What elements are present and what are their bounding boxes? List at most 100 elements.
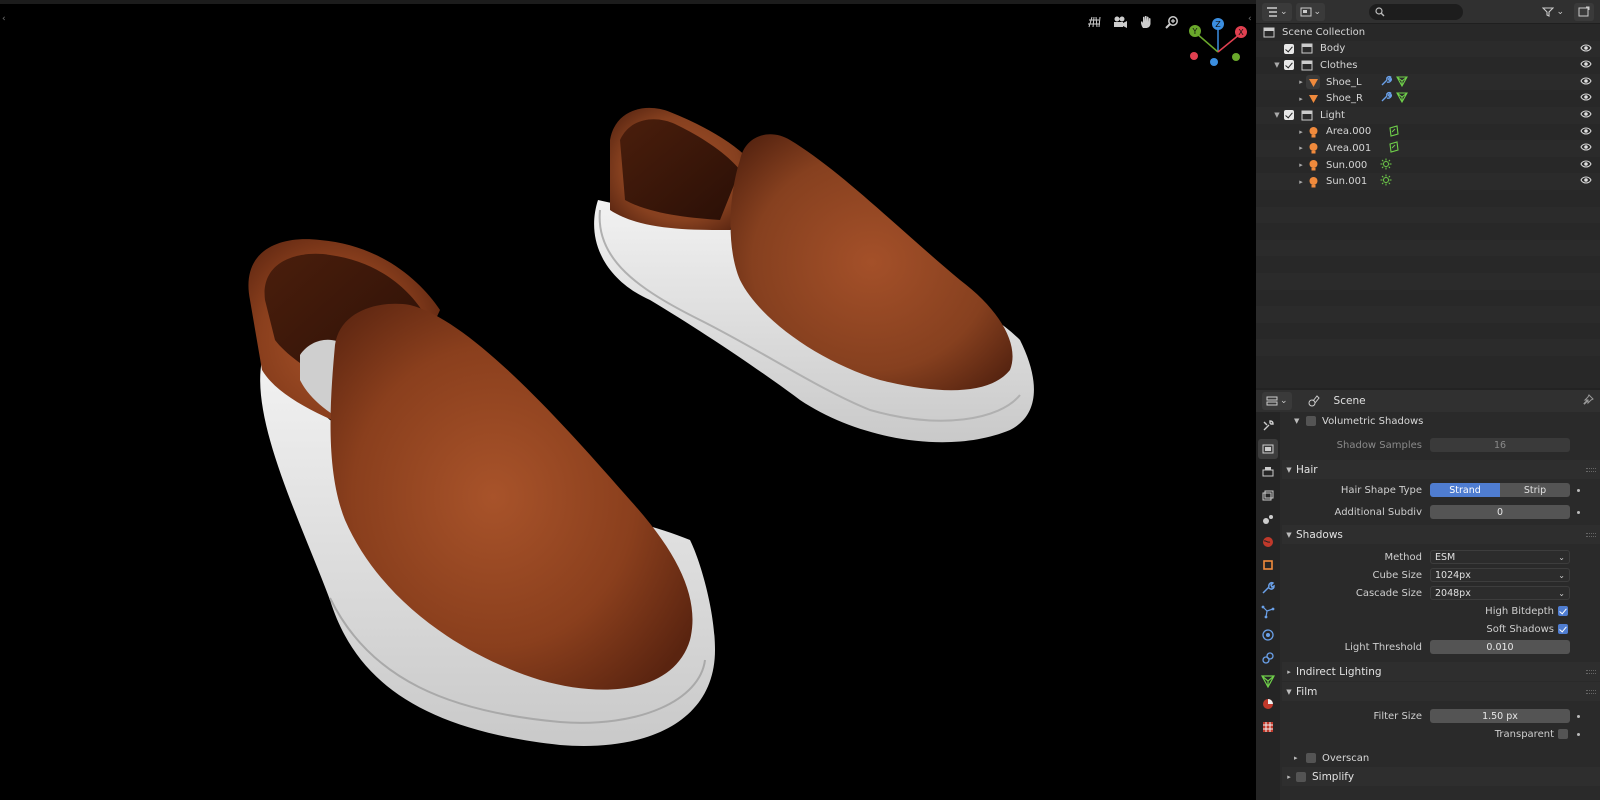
tab-modifiers[interactable] xyxy=(1258,578,1278,598)
high-bitdepth-checkbox[interactable] xyxy=(1558,606,1568,616)
outliner-row-area-001[interactable]: ▸ Area.001 xyxy=(1256,140,1600,157)
hair-shape-strip-button[interactable]: Strip xyxy=(1500,483,1570,497)
sun-light-data-icon[interactable] xyxy=(1380,158,1392,170)
hair-shape-strand-button[interactable]: Strand xyxy=(1430,483,1500,497)
indirect-lighting-panel-header[interactable]: ▸ Indirect Lighting xyxy=(1282,662,1600,681)
editor-type-button[interactable]: ⌄ xyxy=(1262,2,1292,21)
tab-object[interactable] xyxy=(1258,555,1278,575)
expand-right-icon[interactable]: ▸ xyxy=(1296,128,1306,136)
pin-icon[interactable] xyxy=(1583,394,1594,408)
eye-icon[interactable] xyxy=(1580,76,1592,89)
drag-grip-icon[interactable] xyxy=(1586,690,1596,694)
expand-right-icon[interactable]: ▸ xyxy=(1296,95,1306,103)
collection-include-checkbox[interactable] xyxy=(1284,110,1294,121)
cube-size-select[interactable]: 1024px ⌄ xyxy=(1430,568,1570,582)
expand-down-icon[interactable]: ▼ xyxy=(1272,61,1282,69)
film-panel-header[interactable]: ▼ Film xyxy=(1282,682,1600,701)
volumetric-shadows-subpanel[interactable]: ▼ Volumetric Shadows xyxy=(1282,412,1600,430)
collection-include-checkbox[interactable] xyxy=(1284,60,1294,71)
tab-physics[interactable] xyxy=(1258,625,1278,645)
outliner-row-clothes[interactable]: ▼ Clothes xyxy=(1256,57,1600,74)
soft-shadows-checkbox[interactable] xyxy=(1558,624,1568,634)
tab-particles[interactable] xyxy=(1258,602,1278,622)
camera-icon[interactable] xyxy=(1110,12,1130,32)
shadows-panel-header[interactable]: ▼ Shadows xyxy=(1282,525,1600,544)
navigation-gizmo[interactable]: Z Y X xyxy=(1186,16,1250,80)
hair-panel-header[interactable]: ▼ Hair xyxy=(1282,460,1600,479)
hand-icon[interactable] xyxy=(1136,12,1156,32)
area-light-data-icon[interactable] xyxy=(1388,141,1400,153)
eye-icon[interactable] xyxy=(1580,159,1592,172)
expand-down-icon[interactable]: ▼ xyxy=(1294,417,1306,425)
keyframe-dot[interactable] xyxy=(1577,714,1580,718)
mesh-data-icon[interactable] xyxy=(1396,91,1408,104)
tab-output[interactable] xyxy=(1258,462,1278,482)
simplify-panel-header[interactable]: ▸ Simplify xyxy=(1282,767,1600,786)
tab-world[interactable] xyxy=(1258,532,1278,552)
eye-icon[interactable] xyxy=(1580,142,1592,155)
expand-down-icon[interactable]: ▼ xyxy=(1282,466,1296,474)
cascade-size-select[interactable]: 2048px ⌄ xyxy=(1430,586,1570,600)
tab-texture[interactable] xyxy=(1258,717,1278,737)
new-collection-button[interactable] xyxy=(1574,2,1594,21)
outliner-row-sun-000[interactable]: ▸ Sun.000 xyxy=(1256,157,1600,174)
gizmo-neg-y[interactable] xyxy=(1232,53,1240,61)
tab-tool[interactable] xyxy=(1258,416,1278,436)
sun-light-data-icon[interactable] xyxy=(1380,174,1392,186)
outliner-row-shoe-r[interactable]: ▸ Shoe_R xyxy=(1256,90,1600,107)
outliner-row-light[interactable]: ▼ Light xyxy=(1256,106,1600,124)
filter-button[interactable]: ⌄ xyxy=(1538,3,1568,21)
expand-down-icon[interactable]: ▼ xyxy=(1282,531,1296,539)
tab-material[interactable] xyxy=(1258,694,1278,714)
area-light-data-icon[interactable] xyxy=(1388,124,1400,137)
gizmo-neg-x[interactable] xyxy=(1190,52,1198,60)
eye-icon[interactable] xyxy=(1580,109,1592,122)
expand-down-icon[interactable]: ▼ xyxy=(1272,111,1282,119)
tab-render[interactable] xyxy=(1258,439,1278,460)
gizmo-neg-z[interactable] xyxy=(1210,58,1218,66)
shadow-samples-field[interactable]: 16 xyxy=(1430,438,1570,452)
drag-grip-icon[interactable] xyxy=(1586,533,1596,537)
additional-subdiv-field[interactable]: 0 xyxy=(1430,505,1570,519)
collection-include-checkbox[interactable] xyxy=(1284,43,1294,54)
keyframe-dot[interactable] xyxy=(1577,732,1580,736)
filter-size-field[interactable]: 1.50 px xyxy=(1430,709,1570,723)
mesh-data-icon[interactable] xyxy=(1396,75,1408,87)
volumetric-shadows-checkbox[interactable] xyxy=(1306,416,1316,426)
shadow-method-select[interactable]: ESM ⌄ xyxy=(1430,550,1570,564)
overscan-checkbox[interactable] xyxy=(1306,753,1316,763)
expand-right-icon[interactable]: ▸ xyxy=(1296,144,1306,152)
simplify-checkbox[interactable] xyxy=(1296,771,1306,782)
eye-icon[interactable] xyxy=(1580,59,1592,72)
outliner-row-body[interactable]: Body xyxy=(1256,40,1600,58)
eye-icon[interactable] xyxy=(1580,175,1592,188)
wrench-icon[interactable] xyxy=(1380,75,1392,87)
wrench-icon[interactable] xyxy=(1380,91,1392,103)
expand-down-icon[interactable]: ▼ xyxy=(1282,688,1296,696)
eye-icon[interactable] xyxy=(1580,126,1592,139)
eye-icon[interactable] xyxy=(1580,92,1592,105)
outliner-row-sun-001[interactable]: ▸ Sun.001 xyxy=(1256,173,1600,190)
transparent-checkbox[interactable] xyxy=(1558,729,1568,739)
3d-viewport[interactable]: ‹ ‹ Z Y X xyxy=(0,0,1256,800)
zoom-icon[interactable] xyxy=(1162,12,1182,32)
tab-object-data[interactable] xyxy=(1258,671,1278,691)
editor-type-button[interactable]: ⌄ xyxy=(1262,392,1292,410)
expand-right-icon[interactable]: ▸ xyxy=(1296,161,1306,169)
expand-right-icon[interactable]: ▸ xyxy=(1296,78,1306,86)
keyframe-dot[interactable] xyxy=(1577,510,1580,514)
drag-grip-icon[interactable] xyxy=(1586,670,1596,674)
expand-right-icon[interactable]: ▸ xyxy=(1294,754,1306,762)
outliner-row-scene-collection[interactable]: Scene Collection xyxy=(1256,24,1600,41)
expand-right-icon[interactable]: ▸ xyxy=(1296,178,1306,186)
outliner-row-area-000[interactable]: ▸ Area.000 xyxy=(1256,124,1600,141)
light-threshold-field[interactable]: 0.010 xyxy=(1430,640,1570,654)
tab-scene[interactable] xyxy=(1258,509,1278,529)
expand-right-icon[interactable]: ▸ xyxy=(1282,668,1296,676)
grid-icon[interactable] xyxy=(1084,12,1104,32)
drag-grip-icon[interactable] xyxy=(1586,468,1596,472)
display-mode-button[interactable]: ⌄ xyxy=(1295,2,1326,21)
eye-icon[interactable] xyxy=(1580,43,1592,56)
search-input[interactable] xyxy=(1369,3,1464,20)
outliner-row-shoe-l[interactable]: ▸ Shoe_L xyxy=(1256,73,1600,91)
